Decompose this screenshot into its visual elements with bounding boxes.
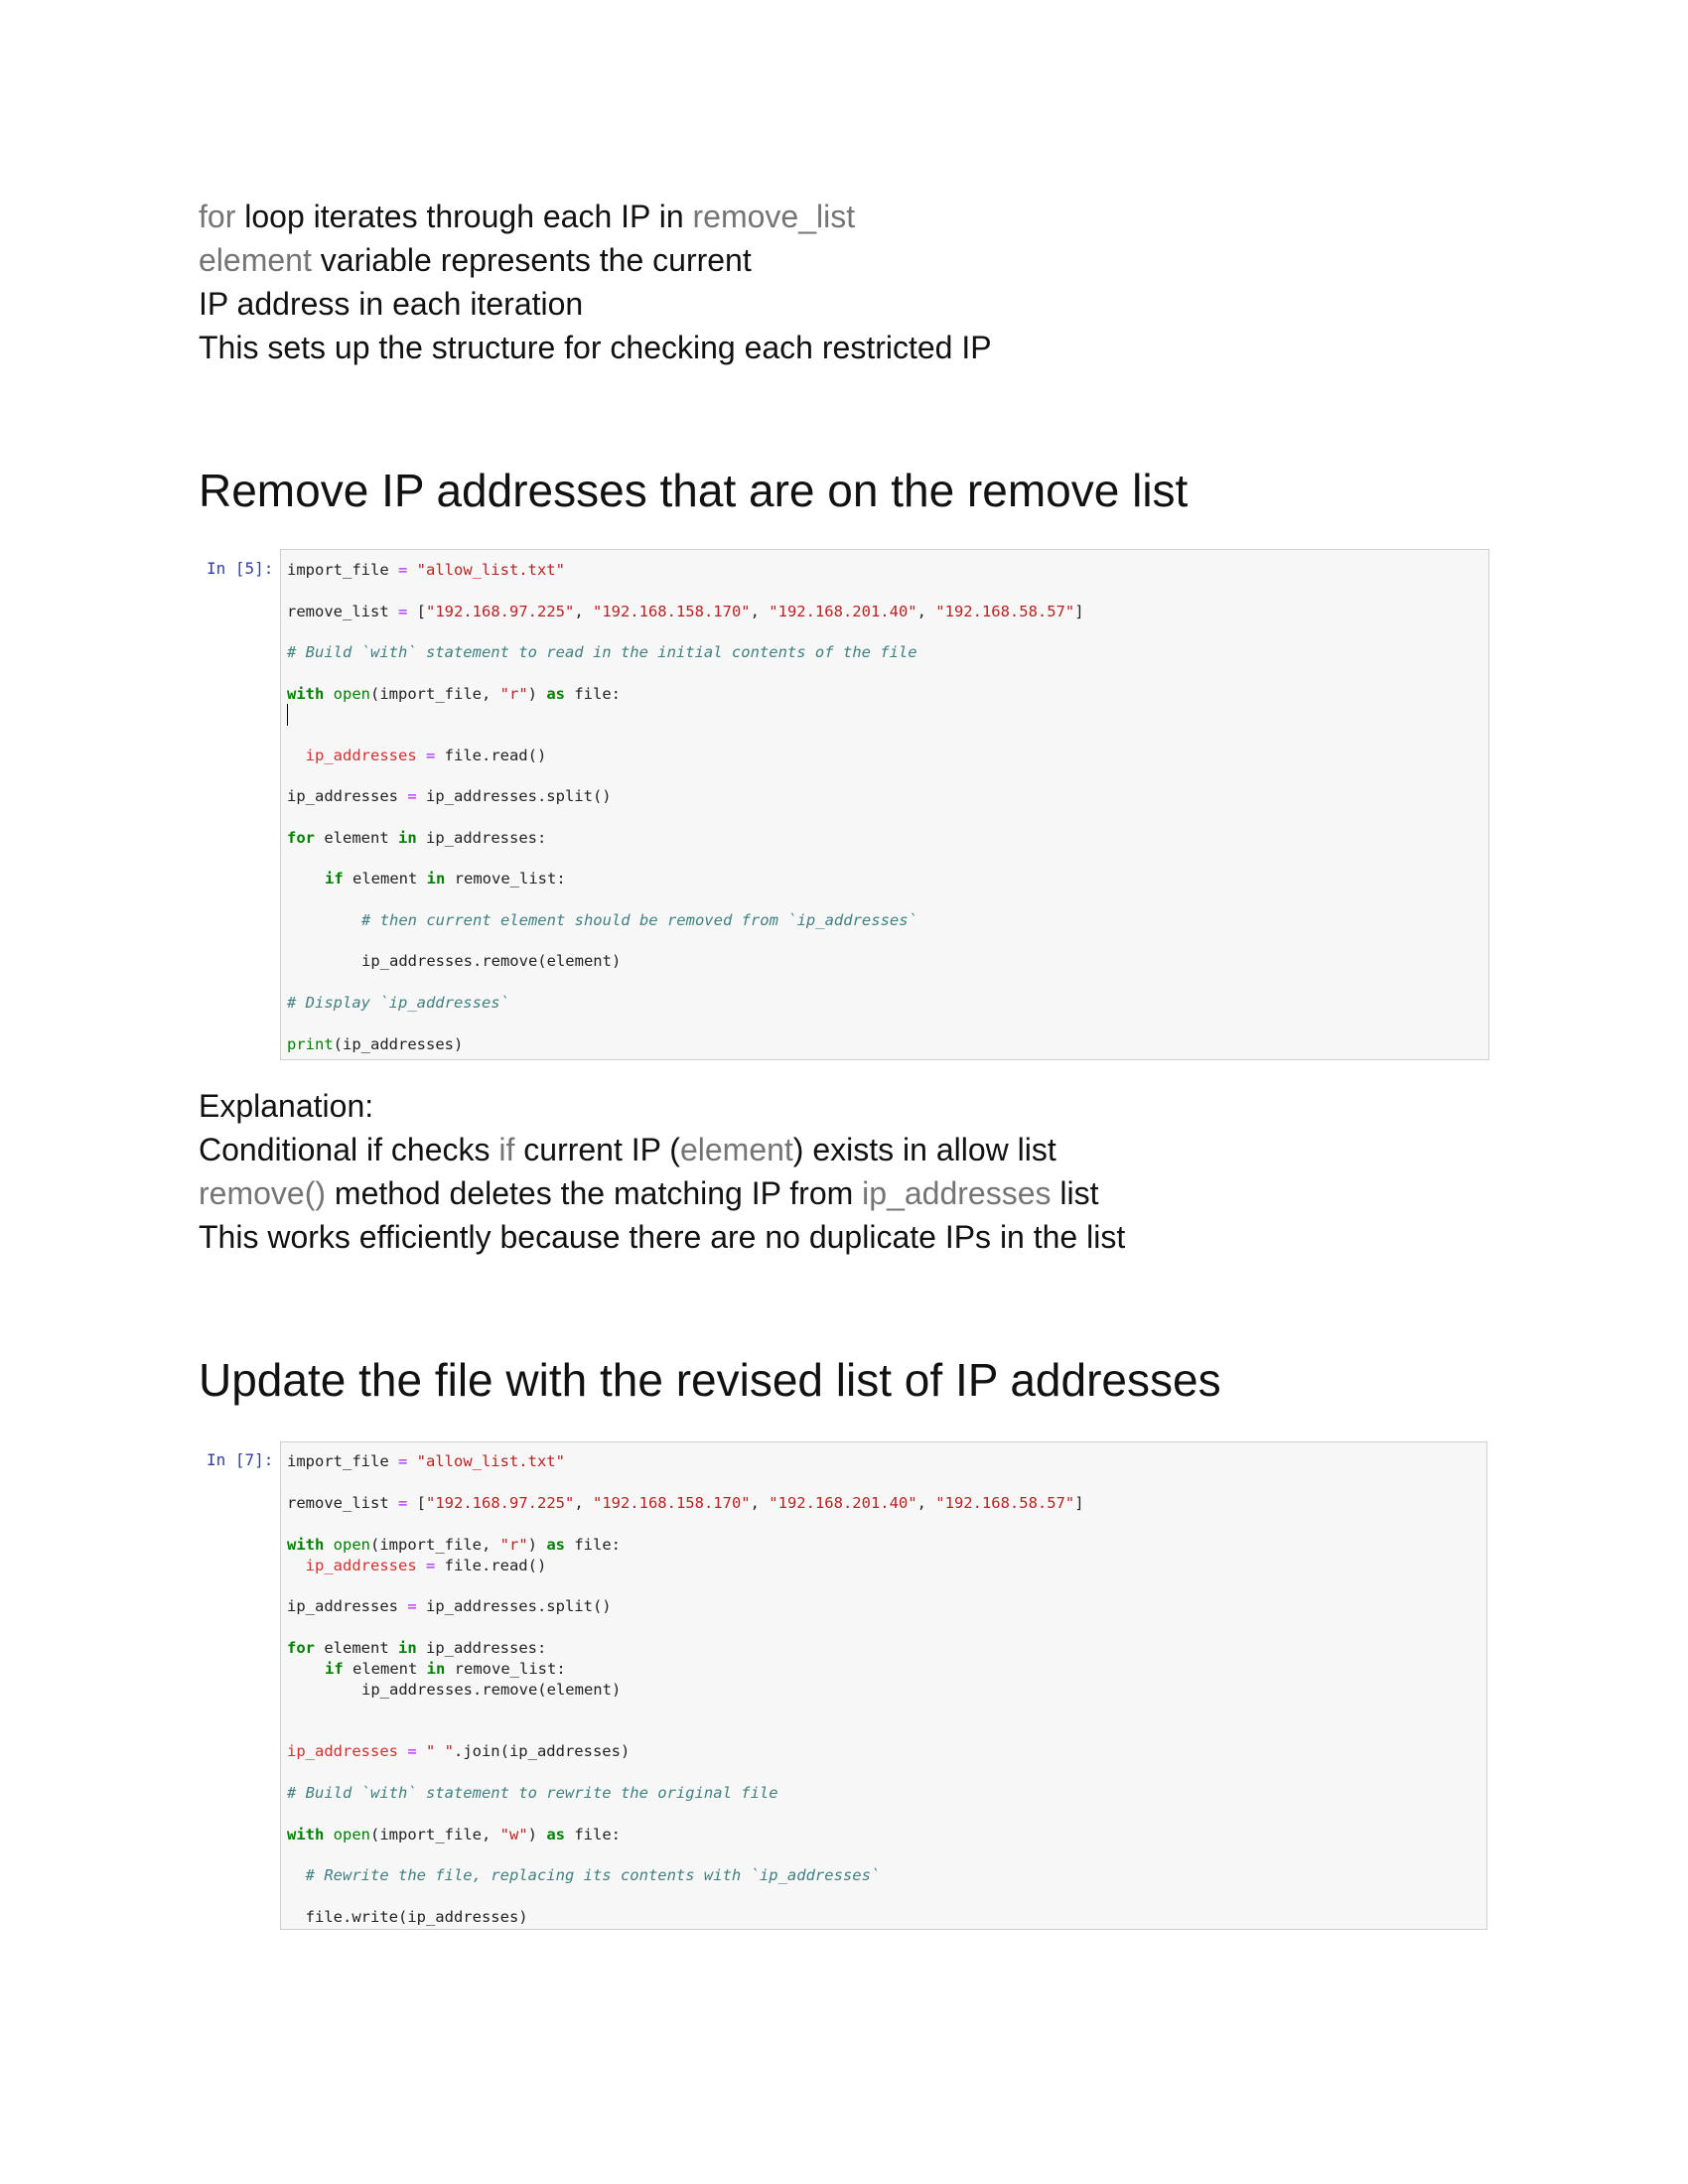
code-line: ip_addresses = file.read(): [287, 747, 547, 764]
code-line: for element in ip_addresses:: [287, 829, 547, 847]
cell-prompt-5: In [5]:: [207, 559, 274, 578]
intro-text: for loop iterates through each IP in rem…: [199, 195, 992, 369]
code-cell-5[interactable]: import_file = "allow_list.txt" remove_li…: [280, 549, 1489, 1060]
text-cursor: [287, 704, 288, 726]
code-line: if element in remove_list:: [325, 1660, 566, 1678]
text: IP address in each iteration: [199, 286, 584, 322]
section-heading-update: Update the file with the revised list of…: [199, 1354, 1221, 1406]
code-comment: # then current element should be removed…: [361, 911, 917, 929]
code-line: ip_addresses = ip_addresses.split(): [287, 1597, 612, 1615]
code-line: print(ip_addresses): [287, 1035, 464, 1053]
code-comment: # Build `with` statement to read in the …: [287, 643, 917, 661]
intro-line-3: IP address in each iteration: [199, 282, 992, 326]
section-heading-remove: Remove IP addresses that are on the remo…: [199, 465, 1189, 516]
text: variable represents the current: [311, 242, 752, 278]
code-comment: # Display `ip_addresses`: [287, 994, 509, 1012]
intro-line-2: element variable represents the current: [199, 238, 992, 282]
method-remove: remove(): [199, 1175, 327, 1211]
var-element: element: [199, 242, 312, 278]
intro-line-4: This sets up the structure for checking …: [199, 326, 992, 369]
code-line: file.write(ip_addresses): [287, 1908, 528, 1926]
explanation-text: Explanation: Conditional if checks if cu…: [199, 1084, 1125, 1259]
code-line: ip_addresses = " ".join(ip_addresses): [287, 1742, 631, 1760]
code-line: import_file = "allow_list.txt": [287, 1452, 565, 1470]
var-ip-addresses: ip_addresses: [862, 1175, 1052, 1211]
text: This sets up the structure for checking …: [199, 330, 992, 365]
code-line: if element in remove_list:: [325, 870, 566, 887]
code-line: with open(import_file, "w") as file:: [287, 1826, 621, 1843]
code-line: import_file = "allow_list.txt": [287, 561, 565, 579]
code-comment: # Build `with` statement to rewrite the …: [287, 1784, 778, 1802]
explanation-line-3: This works efficiently because there are…: [199, 1219, 1126, 1255]
code-line: remove_list = ["192.168.97.225", "192.16…: [287, 1494, 1084, 1512]
code-line: with open(import_file, "r") as file:: [287, 685, 621, 703]
explanation-line-1: Conditional if checks if current IP (ele…: [199, 1132, 1056, 1167]
code-line: ip_addresses.remove(element): [361, 1681, 622, 1699]
keyword-for: for: [199, 199, 236, 234]
explanation-line-2: remove() method deletes the matching IP …: [199, 1175, 1099, 1211]
keyword-if: if: [498, 1132, 515, 1167]
code-cell-7[interactable]: import_file = "allow_list.txt" remove_li…: [280, 1441, 1487, 1930]
code-line: for element in ip_addresses:: [287, 1639, 547, 1657]
var-remove-list: remove_list: [692, 199, 856, 234]
explanation-title: Explanation:: [199, 1088, 374, 1124]
code-line: with open(import_file, "r") as file:: [287, 1536, 621, 1554]
cell-prompt-7: In [7]:: [207, 1450, 274, 1469]
code-line: remove_list = ["192.168.97.225", "192.16…: [287, 603, 1084, 620]
code-line: ip_addresses.remove(element): [361, 952, 622, 970]
code-comment: # Rewrite the file, replacing its conten…: [287, 1866, 881, 1884]
code-line: ip_addresses = ip_addresses.split(): [287, 787, 612, 805]
code-line: ip_addresses = file.read(): [287, 1557, 547, 1574]
text: loop iterates through each IP in: [235, 199, 693, 234]
intro-line-1: for loop iterates through each IP in rem…: [199, 195, 992, 238]
var-element: element: [679, 1132, 793, 1167]
